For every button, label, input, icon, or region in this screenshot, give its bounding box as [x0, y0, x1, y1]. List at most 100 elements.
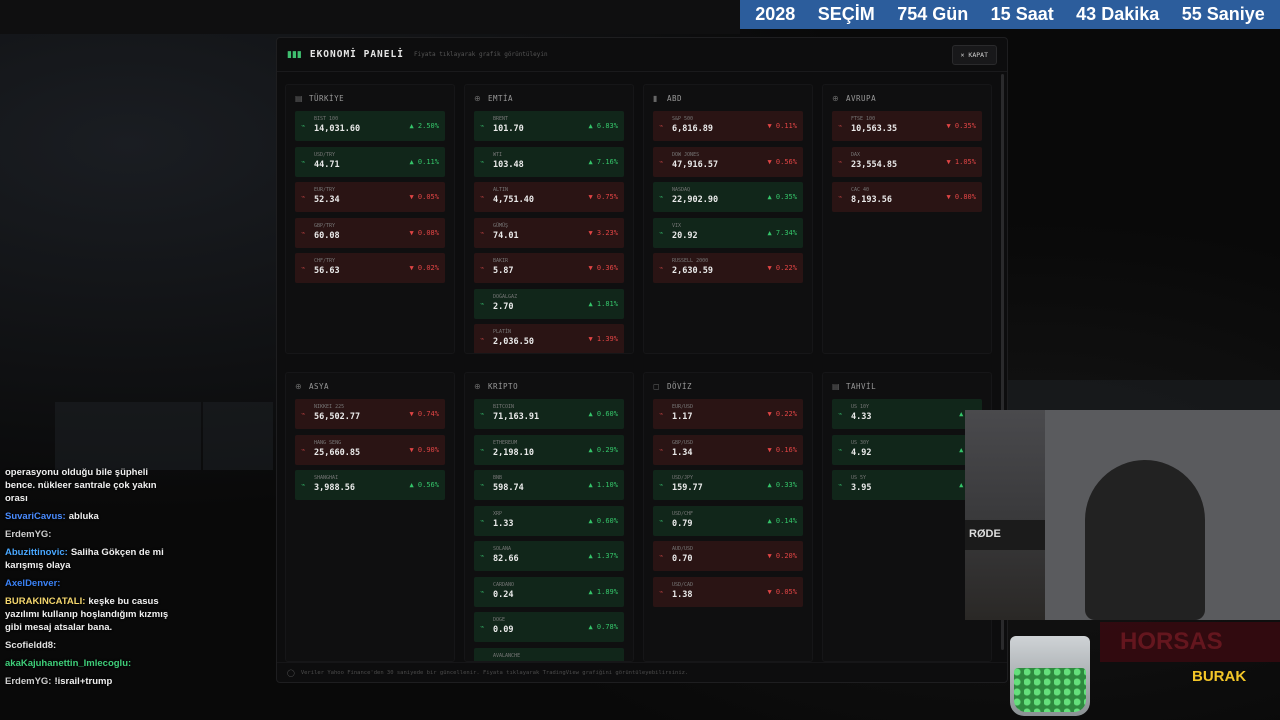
- ticker-price[interactable]: 2,036.50: [493, 337, 534, 347]
- ticker-row[interactable]: ⌁ ETHEREUM 2,198.10 ▲ 0.29%: [474, 434, 624, 465]
- ticker-name: FTSE 100: [851, 116, 876, 122]
- ticker-row[interactable]: ⌁ CAC 40 8,193.56 ▼ 0.80%: [832, 182, 982, 212]
- ticker-price[interactable]: 14,031.60: [314, 124, 360, 134]
- chat-username[interactable]: BURAKINCATALI:: [5, 596, 85, 607]
- ticker-row[interactable]: ⌁ BRENT 101.70 ▲ 6.83%: [474, 111, 624, 141]
- ticker-price[interactable]: 2,630.59: [672, 266, 713, 276]
- sparkline-icon: ⌁: [659, 228, 664, 237]
- ticker-price[interactable]: 4.33: [851, 412, 871, 422]
- ticker-price[interactable]: 44.71: [314, 160, 340, 170]
- ticker-row[interactable]: ⌁ DAX 23,554.85 ▼ 1.05%: [832, 146, 982, 177]
- ticker-row[interactable]: ⌁ PLATİN 2,036.50 ▼ 1.39%: [474, 324, 624, 353]
- chat-username[interactable]: akaKajuhanettin_Imlecoglu:: [5, 658, 131, 669]
- ticker-row[interactable]: ⌁ EUR/TRY 52.34 ▼ 0.05%: [295, 182, 445, 212]
- ticker-row[interactable]: ⌁ HANG SENG 25,660.85 ▼ 0.90%: [295, 434, 445, 465]
- countdown-seconds: 55 Saniye: [1181, 4, 1265, 24]
- ticker-change: ▲ 2.50%: [409, 122, 439, 130]
- ticker-row[interactable]: ⌁ USD/TRY 44.71 ▲ 0.11%: [295, 146, 445, 177]
- ticker-row[interactable]: ⌁ DOGE 0.09 ▲ 0.78%: [474, 612, 624, 642]
- ticker-row[interactable]: ⌁US 10Y4.33▲ 0.: [832, 399, 982, 429]
- ticker-row[interactable]: ⌁ SOLANA 82.66 ▲ 1.37%: [474, 541, 624, 571]
- ticker-price[interactable]: 10,563.35: [851, 124, 897, 134]
- ticker-row[interactable]: ⌁ XRP 1.33 ▲ 0.60%: [474, 505, 624, 536]
- ticker-row[interactable]: ⌁ BITCOIN 71,163.91 ▲ 0.60%: [474, 399, 624, 429]
- ticker-price[interactable]: 71,163.91: [493, 412, 539, 422]
- ticker-row[interactable]: ⌁ USD/JPY 159.77 ▲ 0.33%: [653, 470, 803, 500]
- ticker-price[interactable]: 2,198.10: [493, 448, 534, 458]
- ticker-price[interactable]: 74.01: [493, 231, 519, 241]
- ticker-change: ▼ 0.08%: [409, 228, 439, 237]
- ticker-price[interactable]: 20.92: [672, 231, 698, 241]
- card-title: TÜRKİYE: [309, 93, 345, 103]
- ticker-price[interactable]: 4.92: [851, 448, 871, 458]
- chat-username[interactable]: ErdemYG:: [5, 676, 51, 687]
- ticker-price[interactable]: 47,916.57: [672, 160, 718, 170]
- ticker-price[interactable]: 101.70: [493, 124, 524, 134]
- ticker-row[interactable]: ⌁ BIST 100 14,031.60 ▲ 2.50%: [295, 111, 445, 141]
- chat-username[interactable]: Abuzittinovic:: [5, 547, 68, 558]
- ticker-row[interactable]: ⌁ DOW JONES 47,916.57 ▼ 0.56%: [653, 146, 803, 177]
- ticker-price[interactable]: 2.70: [493, 302, 513, 312]
- ticker-price[interactable]: 52.34: [314, 195, 340, 205]
- ticker-price[interactable]: 159.77: [672, 483, 703, 493]
- ticker-row[interactable]: ⌁ GBP/USD 1.34 ▼ 0.16%: [653, 434, 803, 465]
- ticker-price[interactable]: 0.79: [672, 519, 692, 529]
- ticker-price[interactable]: 1.17: [672, 412, 692, 422]
- ticker-row[interactable]: ⌁US 5Y3.95▲ 0.: [832, 470, 982, 500]
- ticker-row[interactable]: ⌁ NIKKEI 225 56,502.77 ▼ 0.74%: [295, 399, 445, 429]
- ticker-row[interactable]: ⌁US 30Y4.92▲ 0.: [832, 434, 982, 465]
- ticker-row[interactable]: ⌁ BNB 598.74 ▲ 1.10%: [474, 470, 624, 500]
- ticker-price[interactable]: 25,660.85: [314, 448, 360, 458]
- ticker-price[interactable]: 0.70: [672, 554, 692, 564]
- ticker-row[interactable]: ⌁ USD/CAD 1.38 ▼ 0.05%: [653, 576, 803, 607]
- ticker-name: BAKIR: [493, 258, 509, 264]
- chat-username[interactable]: ErdemYG:: [5, 529, 51, 540]
- ticker-row[interactable]: ⌁ NASDAQ 22,902.90 ▲ 0.35%: [653, 182, 803, 212]
- ticker-price[interactable]: 5.87: [493, 266, 513, 276]
- ticker-row[interactable]: ⌁ GÜMÜŞ 74.01 ▼ 3.23%: [474, 217, 624, 248]
- ticker-price[interactable]: 23,554.85: [851, 160, 897, 170]
- ticker-price[interactable]: 22,902.90: [672, 195, 718, 205]
- ticker-price[interactable]: 3,988.56: [314, 483, 355, 493]
- ticker-row[interactable]: ⌁ WTI 103.48 ▲ 7.16%: [474, 146, 624, 177]
- ticker-price[interactable]: 56,502.77: [314, 412, 360, 422]
- ticker-row[interactable]: ⌁ ALTIN 4,751.40 ▼ 0.75%: [474, 182, 624, 212]
- ticker-row[interactable]: ⌁ DOĞALGAZ 2.70 ▲ 1.81%: [474, 288, 624, 319]
- ticker-row[interactable]: ⌁ USD/CHF 0.79 ▲ 0.14%: [653, 505, 803, 536]
- ticker-row[interactable]: ⌁ CARDANO 0.24 ▲ 1.89%: [474, 576, 624, 607]
- ticker-price[interactable]: 103.48: [493, 160, 524, 170]
- ticker-row[interactable]: ⌁ RUSSELL 2000 2,630.59 ▼ 0.22%: [653, 253, 803, 283]
- ticker-price[interactable]: 6,816.89: [672, 124, 713, 134]
- ticker-row[interactable]: ⌁ BAKIR 5.87 ▼ 0.36%: [474, 253, 624, 283]
- streamer-name-tag: BURAK: [1192, 668, 1247, 685]
- ticker-row[interactable]: ⌁ S&P 500 6,816.89 ▼ 0.11%: [653, 111, 803, 141]
- ticker-price[interactable]: 598.74: [493, 483, 524, 493]
- chat-username[interactable]: AxelDenver:: [5, 578, 60, 589]
- ticker-row[interactable]: ⌁ FTSE 100 10,563.35 ▼ 0.35%: [832, 111, 982, 141]
- ticker-price[interactable]: 1.38: [672, 590, 692, 600]
- card-title: AVRUPA: [846, 93, 877, 103]
- ticker-price[interactable]: 8,193.56: [851, 195, 892, 205]
- ticker-row[interactable]: ⌁ CHF/TRY 56.63 ▼ 0.02%: [295, 253, 445, 283]
- ticker-price[interactable]: 0.24: [493, 590, 513, 600]
- ticker-price[interactable]: 56.63: [314, 266, 340, 276]
- ticker-price[interactable]: 1.34: [672, 448, 692, 458]
- ticker-row[interactable]: ⌁ GBP/TRY 60.08 ▼ 0.08%: [295, 217, 445, 248]
- ticker-price[interactable]: 60.08: [314, 231, 340, 241]
- ticker-price[interactable]: 4,751.40: [493, 195, 534, 205]
- chat-username[interactable]: SuvariCavus:: [5, 511, 66, 522]
- ticker-row[interactable]: ⌁AVALANCHE: [474, 647, 624, 661]
- ticker-row[interactable]: ⌁ SHANGHAI 3,988.56 ▲ 0.56%: [295, 470, 445, 500]
- ticker-price[interactable]: 82.66: [493, 554, 519, 564]
- ticker-row[interactable]: ⌁ EUR/USD 1.17 ▼ 0.22%: [653, 399, 803, 429]
- ticker-price[interactable]: 1.33: [493, 519, 513, 529]
- ticker-row[interactable]: ⌁ AUD/USD 0.70 ▼ 0.20%: [653, 541, 803, 571]
- close-button-label: KAPAT: [968, 50, 988, 59]
- close-button[interactable]: ✕ KAPAT: [951, 44, 997, 65]
- ticker-price[interactable]: 0.09: [493, 625, 513, 635]
- ticker-row[interactable]: ⌁ VIX 20.92 ▲ 7.34%: [653, 217, 803, 248]
- ticker-price[interactable]: 3.95: [851, 483, 871, 493]
- ticker-name: US 10Y: [851, 404, 870, 410]
- chat-username[interactable]: Scofieldd8:: [5, 640, 56, 651]
- ticker-name: GBP/TRY: [314, 222, 336, 229]
